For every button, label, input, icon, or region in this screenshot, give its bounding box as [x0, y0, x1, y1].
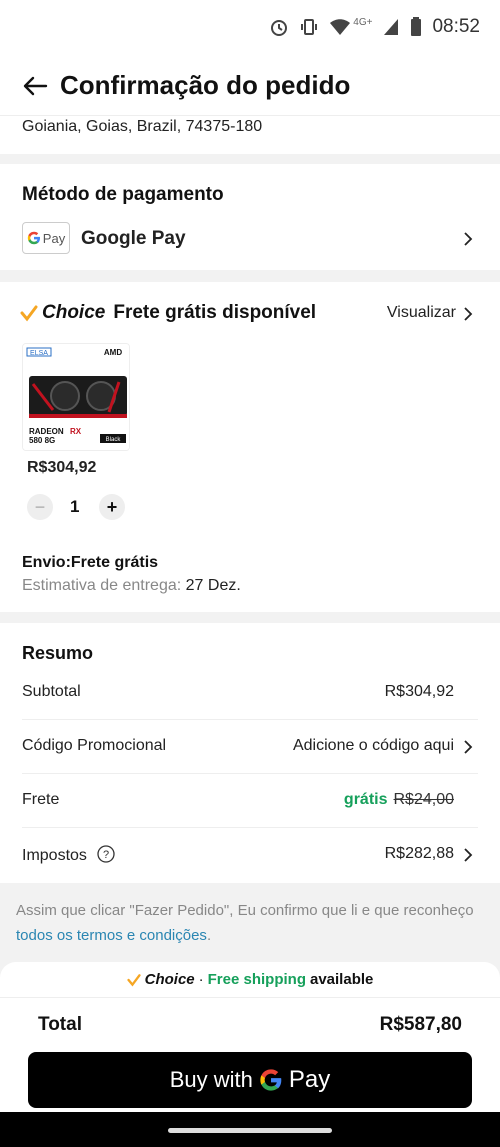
status-bar: 4G+ 08:52	[0, 0, 500, 58]
buy-label: Buy with	[169, 1067, 253, 1092]
chevron-right-icon	[464, 740, 473, 754]
google-g-icon	[260, 1069, 282, 1091]
delivery-estimate-label: Estimativa de entrega:	[22, 577, 182, 594]
promo-code-value: Adicione o código aqui	[292, 737, 454, 754]
help-icon[interactable]: ?	[97, 845, 116, 863]
home-indicator[interactable]	[168, 1128, 332, 1133]
google-g-icon	[27, 231, 40, 245]
payment-section-title: Método de pagamento	[22, 184, 224, 205]
view-link[interactable]: Visualizar	[387, 304, 456, 322]
taxes-value: R$282,88	[384, 845, 454, 862]
summary-card: Resumo Subtotal R$304,92 Código Promocio…	[0, 623, 500, 883]
clock: 08:52	[432, 16, 480, 37]
terms-text: Assim que clicar "Fazer Pedido", Eu conf…	[16, 902, 474, 919]
payment-method-card[interactable]: Método de pagamento Pay Google Pay	[0, 164, 500, 270]
back-arrow-icon[interactable]	[20, 71, 50, 101]
check-icon	[20, 305, 38, 322]
freight-old-price: R$24,00	[393, 791, 455, 808]
terms-end: .	[206, 927, 212, 944]
taxes-label: Impostos	[22, 847, 87, 864]
address-line: Goiania, Goias, Brazil, 74375-180	[22, 118, 263, 135]
taxes-row[interactable]: Impostos ? R$282,88	[22, 828, 478, 882]
terms-notice: Assim que clicar "Fazer Pedido", Eu conf…	[16, 898, 486, 948]
app-bar: Confirmação do pedido	[0, 58, 500, 116]
shipping-address[interactable]: Goiania, Goias, Brazil, 74375-180	[0, 116, 500, 154]
check-icon	[127, 973, 141, 987]
navigation-bar	[0, 1112, 500, 1147]
graphics-card-image: ELSA AMD RADEON RX 580 8G Black	[23, 344, 129, 450]
choice-banner: Choice · Free shipping available	[0, 962, 500, 998]
payment-method-name: Google Pay	[81, 228, 186, 249]
free-shipping-label: Frete grátis disponível	[113, 302, 317, 323]
summary-title: Resumo	[22, 643, 94, 663]
delivery-estimate: Estimativa de entrega: 27 Dez.	[22, 577, 241, 595]
banner-free-shipping: Free shipping	[207, 971, 306, 988]
buy-with-google-pay-button[interactable]: Buy with Pay	[28, 1052, 472, 1108]
battery-icon	[411, 17, 422, 36]
product-text-2: 580 8G	[29, 436, 55, 445]
freight-value: grátis R$24,00	[344, 791, 454, 809]
google-pay-badge-label: Pay	[42, 230, 66, 246]
delivery-estimate-date: 27 Dez.	[185, 577, 241, 594]
brand-left-text: ELSA	[30, 350, 48, 357]
product-text-1: RADEON	[29, 427, 64, 436]
order-item-card: Choice Frete grátis disponível Visualiza…	[0, 282, 500, 612]
quantity-value: 1	[70, 497, 80, 516]
wifi-icon	[330, 19, 351, 35]
shipping-method: Envio:Frete grátis	[22, 554, 159, 571]
chevron-right-icon	[464, 307, 473, 321]
buy-pay-label: Pay	[288, 1066, 331, 1093]
alarm-icon	[271, 20, 288, 36]
banner-available: available	[309, 971, 374, 988]
subtotal-label: Subtotal	[22, 683, 81, 700]
choice-row: Choice Frete grátis disponível	[20, 302, 316, 324]
promo-code-row[interactable]: Código Promocional Adicione o código aqu…	[22, 720, 478, 774]
product-text-rx: RX	[70, 427, 82, 436]
taxes-label-wrap: Impostos ?	[22, 845, 116, 865]
promo-code-label: Código Promocional	[22, 737, 167, 754]
quantity-decrease-button[interactable]: −	[27, 494, 53, 520]
subtotal-value: R$304,92	[384, 683, 454, 700]
total-value: R$587,80	[379, 1014, 462, 1035]
freight-row: Frete grátis R$24,00	[22, 774, 478, 828]
terms-link[interactable]: todos os termos e condições	[16, 927, 207, 944]
signal-icon	[384, 19, 399, 35]
brand-right-text: AMD	[104, 348, 122, 357]
chevron-right-icon	[464, 848, 473, 862]
freight-free: grátis	[343, 791, 388, 808]
item-price: R$304,92	[27, 459, 97, 476]
google-pay-badge: Pay	[22, 222, 70, 254]
total-label: Total	[38, 1014, 82, 1035]
chevron-right-icon	[464, 232, 473, 246]
page-title: Confirmação do pedido	[60, 70, 351, 100]
status-icons: 4G+ 08:52	[269, 16, 480, 38]
banner-choice: Choice	[144, 971, 195, 988]
svg-text:?: ?	[103, 849, 109, 861]
subtotal-row: Subtotal R$304,92	[22, 666, 478, 720]
product-text-3: Black	[106, 437, 122, 443]
choice-label: Choice	[42, 302, 106, 323]
quantity-increase-button[interactable]: +	[99, 494, 125, 520]
product-image[interactable]: ELSA AMD RADEON RX 580 8G Black	[22, 343, 130, 451]
vibrate-icon	[301, 19, 318, 35]
network-label: 4G+	[353, 16, 373, 28]
banner-dot: ·	[198, 971, 204, 988]
freight-label: Frete	[22, 791, 60, 808]
